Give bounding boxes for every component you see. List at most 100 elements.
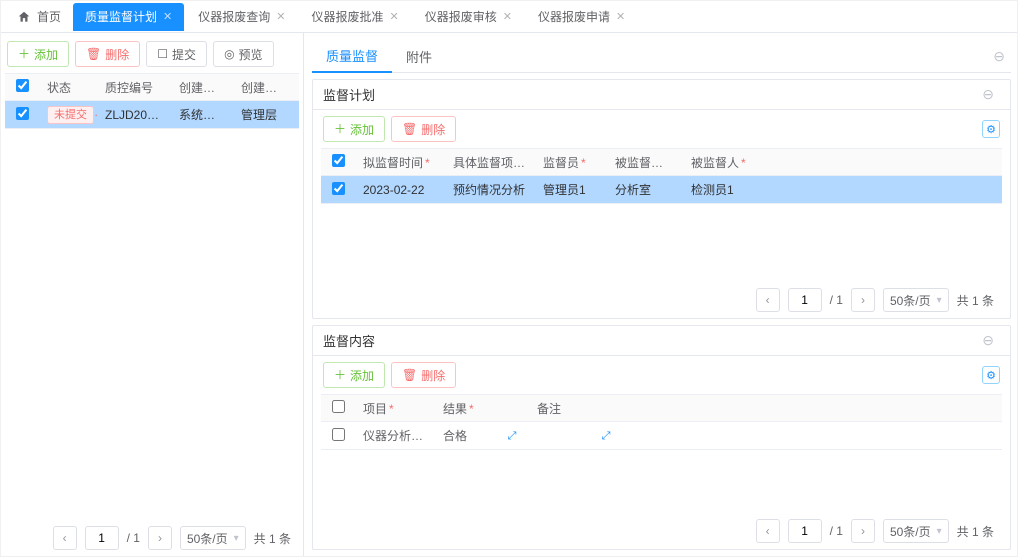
cell-dept: 管理层 xyxy=(233,106,295,123)
main-split: ＋添加 🗑 删除 ☐ 提交 ◎预览 状态 质控编号 创建人员 创建部门 未提交 ZL… xyxy=(1,33,1017,556)
delete-button[interactable]: 🗑 删除 xyxy=(391,116,456,142)
page-input[interactable] xyxy=(788,519,822,543)
submit-button[interactable]: ☐ 提交 xyxy=(146,41,207,67)
submit-icon: ☐ xyxy=(157,48,168,60)
panel-header: 监督计划 ⊖ xyxy=(313,80,1010,110)
chevron-down-icon: ▾ xyxy=(234,533,239,544)
collapse-icon[interactable]: ⊖ xyxy=(976,86,1000,103)
add-button[interactable]: ＋添加 xyxy=(323,362,385,388)
cell-creator: 系统管理员 xyxy=(171,106,233,123)
tab-supervise[interactable]: 质量监督 xyxy=(312,41,392,73)
close-icon[interactable]: ✕ xyxy=(163,10,172,23)
content-pager: ‹ / 1 › 50条/页▾ 共 1 条 xyxy=(321,513,1002,549)
table-row[interactable]: 仪器分析检测 合格 ⤢ ⤢ xyxy=(321,422,1002,450)
panel-title: 监督内容 xyxy=(323,331,375,350)
expand-icon[interactable]: ⤢ xyxy=(508,430,517,442)
page-total: / 1 xyxy=(830,293,843,307)
col-code: 质控编号 xyxy=(97,79,171,96)
header-checkbox[interactable] xyxy=(16,79,29,92)
top-tabs: 首页 质量监督计划 ✕ 仪器报废查询 ✕ 仪器报废批准 ✕ 仪器报废审核 ✕ 仪… xyxy=(1,1,1017,33)
tab-label: 仪器报废申请 xyxy=(538,8,610,25)
delete-button[interactable]: 🗑 删除 xyxy=(75,41,140,67)
tab-home-label: 首页 xyxy=(37,8,61,25)
prev-page-button[interactable]: ‹ xyxy=(53,526,77,550)
trash-icon: 🗑 xyxy=(402,369,417,381)
left-table-head: 状态 质控编号 创建人员 创建部门 xyxy=(5,73,299,101)
content-table: 项目* 结果* 备注 仪器分析检测 合格 ⤢ ⤢ xyxy=(321,394,1002,513)
close-icon[interactable]: ✕ xyxy=(390,10,399,23)
tab-scrap-query[interactable]: 仪器报废查询 ✕ xyxy=(186,3,297,31)
header-checkbox[interactable] xyxy=(332,154,345,167)
delete-button[interactable]: 🗑 删除 xyxy=(391,362,456,388)
row-checkbox[interactable] xyxy=(332,182,345,195)
page-size-label: 50条/页 xyxy=(890,292,931,309)
col-time: 拟监督时间* xyxy=(355,154,445,171)
add-button[interactable]: ＋添加 xyxy=(7,41,69,67)
home-icon xyxy=(17,10,31,24)
page-total: / 1 xyxy=(127,531,140,545)
col-room: 被监督科室* xyxy=(607,154,683,171)
page-input[interactable] xyxy=(788,288,822,312)
prev-page-button[interactable]: ‹ xyxy=(756,519,780,543)
next-page-button[interactable]: › xyxy=(148,526,172,550)
prev-page-button[interactable]: ‹ xyxy=(756,288,780,312)
plus-icon: ＋ xyxy=(18,48,30,60)
close-icon[interactable]: ✕ xyxy=(276,10,285,23)
page-total: / 1 xyxy=(830,524,843,538)
row-checkbox[interactable] xyxy=(332,428,345,441)
table-row[interactable]: 2023-02-22 预约情况分析 管理员1 分析室 检测员1 xyxy=(321,176,1002,204)
row-checkbox[interactable] xyxy=(16,107,29,120)
tab-scrap-apply[interactable]: 仪器报废申请 ✕ xyxy=(526,3,637,31)
close-icon[interactable]: ✕ xyxy=(616,10,625,23)
delete-label: 删除 xyxy=(105,46,129,63)
page-count: 共 1 条 xyxy=(957,292,994,309)
config-icon[interactable]: ⚙ xyxy=(982,366,1000,384)
left-pager: ‹ / 1 › 50条/页▾ 共 1 条 xyxy=(5,520,299,556)
plan-pager: ‹ / 1 › 50条/页▾ 共 1 条 xyxy=(321,282,1002,318)
collapse-icon[interactable]: ⊖ xyxy=(987,48,1011,65)
collapse-icon[interactable]: ⊖ xyxy=(976,332,1000,349)
col-dept: 创建部门 xyxy=(233,79,295,96)
content-table-head: 项目* 结果* 备注 xyxy=(321,394,1002,422)
left-table: 状态 质控编号 创建人员 创建部门 未提交 ZLJD2023001 系统管理员 … xyxy=(5,73,299,520)
eye-icon: ◎ xyxy=(224,48,234,60)
cell-super: 管理员1 xyxy=(535,181,607,198)
content-toolbar: ＋添加 🗑 删除 ⚙ xyxy=(321,362,1002,394)
cell-proj: 预约情况分析 xyxy=(445,181,535,198)
delete-label: 删除 xyxy=(421,121,445,138)
cell-code: ZLJD2023001 xyxy=(97,108,171,122)
tab-scrap-review[interactable]: 仪器报废审核 ✕ xyxy=(413,3,524,31)
chevron-down-icon: ▾ xyxy=(937,526,942,537)
tab-label: 仪器报废审核 xyxy=(425,8,497,25)
close-icon[interactable]: ✕ xyxy=(503,10,512,23)
plan-table-head: 拟监督时间* 具体监督项目* 监督员* 被监督科室* 被监督人* xyxy=(321,148,1002,176)
trash-icon: 🗑 xyxy=(402,123,417,135)
status-badge: 未提交 xyxy=(47,106,94,124)
preview-button[interactable]: ◎预览 xyxy=(213,41,274,67)
col-res: 结果* xyxy=(435,400,495,417)
plan-table: 拟监督时间* 具体监督项目* 监督员* 被监督科室* 被监督人* 2023-02… xyxy=(321,148,1002,282)
page-input[interactable] xyxy=(85,526,119,550)
tab-quality-plan[interactable]: 质量监督计划 ✕ xyxy=(73,3,184,31)
submit-label: 提交 xyxy=(172,46,196,63)
page-size-select[interactable]: 50条/页▾ xyxy=(883,288,949,312)
delete-label: 删除 xyxy=(421,367,445,384)
col-sup2: 被监督人* xyxy=(683,154,759,171)
tab-home[interactable]: 首页 xyxy=(7,3,71,31)
col-note: 备注 xyxy=(529,400,589,417)
next-page-button[interactable]: › xyxy=(851,288,875,312)
page-count: 共 1 条 xyxy=(957,523,994,540)
trash-icon: 🗑 xyxy=(86,48,101,60)
table-row[interactable]: 未提交 ZLJD2023001 系统管理员 管理层 xyxy=(5,101,299,129)
left-pane: ＋添加 🗑 删除 ☐ 提交 ◎预览 状态 质控编号 创建人员 创建部门 未提交 ZL… xyxy=(1,33,304,556)
next-page-button[interactable]: › xyxy=(851,519,875,543)
add-button[interactable]: ＋添加 xyxy=(323,116,385,142)
page-size-select[interactable]: 50条/页▾ xyxy=(180,526,246,550)
header-checkbox[interactable] xyxy=(332,400,345,413)
tab-scrap-approve[interactable]: 仪器报废批准 ✕ xyxy=(299,3,410,31)
tab-attachment[interactable]: 附件 xyxy=(392,41,446,73)
config-icon[interactable]: ⚙ xyxy=(982,120,1000,138)
cell-proj: 仪器分析检测 xyxy=(355,427,435,444)
expand-icon[interactable]: ⤢ xyxy=(602,430,611,442)
page-size-select[interactable]: 50条/页▾ xyxy=(883,519,949,543)
